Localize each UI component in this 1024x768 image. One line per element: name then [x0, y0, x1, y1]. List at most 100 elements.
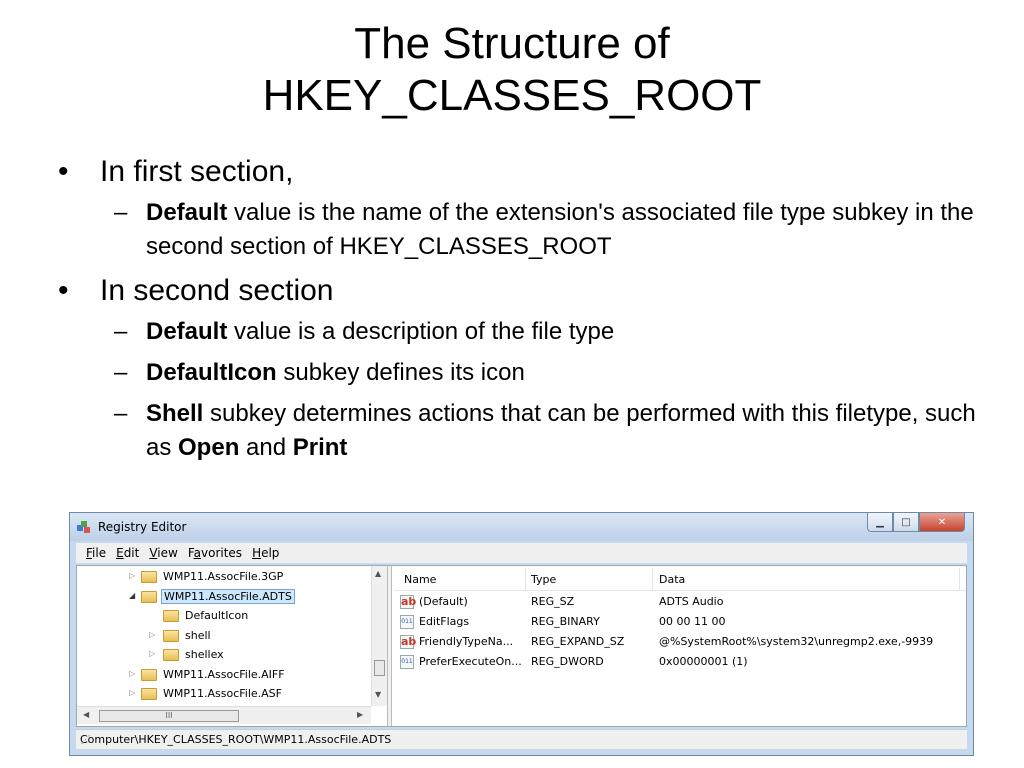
menu-bar: File Edit View Favorites Help	[76, 543, 967, 563]
scroll-down-icon[interactable]: ▼	[375, 690, 381, 699]
tree-item-label: WMP11.AssocFile.AIFF	[163, 667, 285, 681]
key-tree: ▷ WMP11.AssocFile.3GP ◢ WMP11.AssocFile.…	[77, 568, 371, 706]
sub-bullet-shell: – Shell subkey determines actions that c…	[58, 397, 978, 465]
value-name: EditFlags	[419, 615, 470, 628]
tree-item[interactable]: ▷ shellex	[77, 646, 371, 666]
value-row[interactable]: 011 EditFlags REG_BINARY 00 00 11 00	[394, 612, 966, 632]
column-header-data[interactable]: Data	[659, 573, 685, 586]
conjunction: and	[239, 434, 293, 461]
value-name: FriendlyTypeNa...	[419, 635, 514, 648]
close-button[interactable]: ✕	[919, 513, 965, 532]
column-divider[interactable]	[525, 568, 526, 590]
tree-item[interactable]: ▷ WMP11.AssocFile.3GP	[77, 568, 371, 588]
value-type: REG_SZ	[531, 595, 575, 608]
minimize-icon: ▁	[876, 516, 884, 528]
string-value-icon: ab	[400, 635, 417, 649]
menu-edit-accel: E	[116, 546, 124, 560]
column-header-type[interactable]: Type	[531, 573, 556, 586]
value-data: 00 00 11 00	[659, 615, 726, 628]
term-default: Default	[146, 318, 228, 345]
menu-help-label: elp	[261, 546, 280, 560]
expand-arrow-icon[interactable]: ▷	[129, 688, 135, 697]
menu-help-accel: H	[252, 546, 262, 560]
value-type: REG_DWORD	[531, 655, 604, 668]
close-icon: ✕	[937, 516, 947, 528]
value-data: @%SystemRoot%\system32\unregmp2.exe,-993…	[659, 635, 934, 648]
term-print: Print	[292, 434, 348, 461]
column-divider[interactable]	[652, 568, 653, 590]
term-defaulticon: DefaultIcon	[146, 359, 277, 386]
expand-arrow-icon[interactable]: ▷	[129, 669, 135, 678]
expand-arrow-icon[interactable]: ▷	[129, 571, 135, 580]
folder-icon	[141, 688, 157, 700]
client-area: ▷ WMP11.AssocFile.3GP ◢ WMP11.AssocFile.…	[76, 565, 967, 727]
binary-value-icon: 011	[400, 615, 414, 629]
bullet-second-section: • In second section	[58, 271, 978, 311]
value-type: REG_EXPAND_SZ	[531, 635, 625, 648]
dash-mark: –	[114, 318, 128, 345]
bullet-mark: •	[58, 274, 69, 307]
sub-bullet-text: value is the name of the extension's ass…	[146, 199, 974, 260]
tree-vertical-scrollbar[interactable]: ▲ ▼	[371, 566, 387, 706]
scroll-up-icon[interactable]: ▲	[375, 569, 381, 578]
value-type: REG_BINARY	[531, 615, 600, 628]
menu-view[interactable]: View	[149, 546, 177, 560]
menu-favorites-accel: a	[193, 546, 201, 560]
expand-arrow-icon[interactable]: ▷	[149, 630, 155, 639]
term-default: Default	[146, 199, 228, 226]
folder-icon	[141, 590, 157, 603]
bullet-list: • In first section, – Default value is t…	[58, 152, 978, 472]
maximize-button[interactable]: □	[893, 513, 919, 532]
scroll-left-icon[interactable]: ◀	[83, 710, 89, 719]
tree-item[interactable]: ▷ WMP11.AssocFile.ASF	[77, 685, 371, 705]
dash-mark: –	[114, 359, 128, 386]
tree-item-selected[interactable]: ◢ WMP11.AssocFile.ADTS	[77, 588, 371, 608]
minimize-button[interactable]: ▁	[867, 513, 893, 532]
bullet-text: In first section,	[100, 155, 294, 188]
menu-file[interactable]: File	[86, 546, 106, 560]
tree-item-label: shellex	[185, 648, 224, 661]
tree-item[interactable]: DefaultIcon	[77, 607, 371, 627]
value-name: (Default)	[419, 595, 468, 608]
binary-value-icon: 011	[400, 655, 414, 669]
column-header-name[interactable]: Name	[404, 573, 436, 586]
menu-favorites[interactable]: Favorites	[188, 546, 242, 560]
folder-icon	[141, 571, 157, 583]
resize-grip-icon[interactable]: ⋰	[80, 733, 964, 747]
tree-item-label: WMP11.AssocFile.3GP	[163, 570, 284, 583]
window-controls: ▁ □ ✕	[867, 513, 965, 533]
sub-bullet-default-description: – Default value is a description of the …	[58, 315, 978, 349]
scroll-right-icon[interactable]: ▶	[357, 710, 363, 719]
menu-edit[interactable]: Edit	[116, 546, 139, 560]
scroll-thumb[interactable]	[374, 660, 385, 676]
tree-item[interactable]: ▷ WMP11.AssocFile.AIFF	[77, 666, 371, 686]
tree-item-label: WMP11.AssocFile.ADTS	[161, 588, 295, 604]
value-row[interactable]: ab FriendlyTypeNa... REG_EXPAND_SZ @%Sys…	[394, 632, 966, 652]
sub-bullet-default-extension: – Default value is the name of the exten…	[58, 196, 978, 264]
collapse-arrow-icon[interactable]: ◢	[129, 591, 135, 600]
folder-icon	[141, 668, 157, 681]
tree-item-label: shell	[185, 628, 211, 642]
title-line-1: The Structure of	[354, 19, 670, 68]
folder-icon	[163, 629, 179, 642]
window-title: Registry Editor	[98, 520, 187, 534]
registry-editor-window: Registry Editor ▁ □ ✕ File Edit View Fav…	[69, 512, 974, 756]
value-row[interactable]: 011 PreferExecuteOn... REG_DWORD 0x00000…	[394, 652, 966, 672]
expand-arrow-icon[interactable]: ▷	[149, 649, 155, 658]
bullet-text: In second section	[100, 274, 334, 307]
term-open: Open	[178, 434, 240, 461]
menu-favorites-label: vorites	[201, 546, 243, 560]
scroll-thumb[interactable]: III	[99, 710, 239, 722]
string-value-icon: ab	[400, 595, 417, 609]
tree-horizontal-scrollbar[interactable]: ◀ III ▶	[77, 706, 371, 724]
value-name: PreferExecuteOn...	[419, 655, 522, 668]
column-divider[interactable]	[959, 568, 960, 590]
value-row[interactable]: ab (Default) REG_SZ ADTS Audio	[394, 592, 966, 612]
tree-item[interactable]: ▷ shell	[77, 627, 371, 647]
status-bar: Computer\HKEY_CLASSES_ROOT\WMP11.AssocFi…	[76, 729, 967, 749]
menu-help[interactable]: Help	[252, 546, 279, 560]
dash-mark: –	[114, 400, 128, 427]
pane-splitter[interactable]	[387, 566, 392, 726]
window-titlebar[interactable]: Registry Editor ▁ □ ✕	[70, 513, 973, 541]
app-registry-icon	[77, 521, 90, 533]
